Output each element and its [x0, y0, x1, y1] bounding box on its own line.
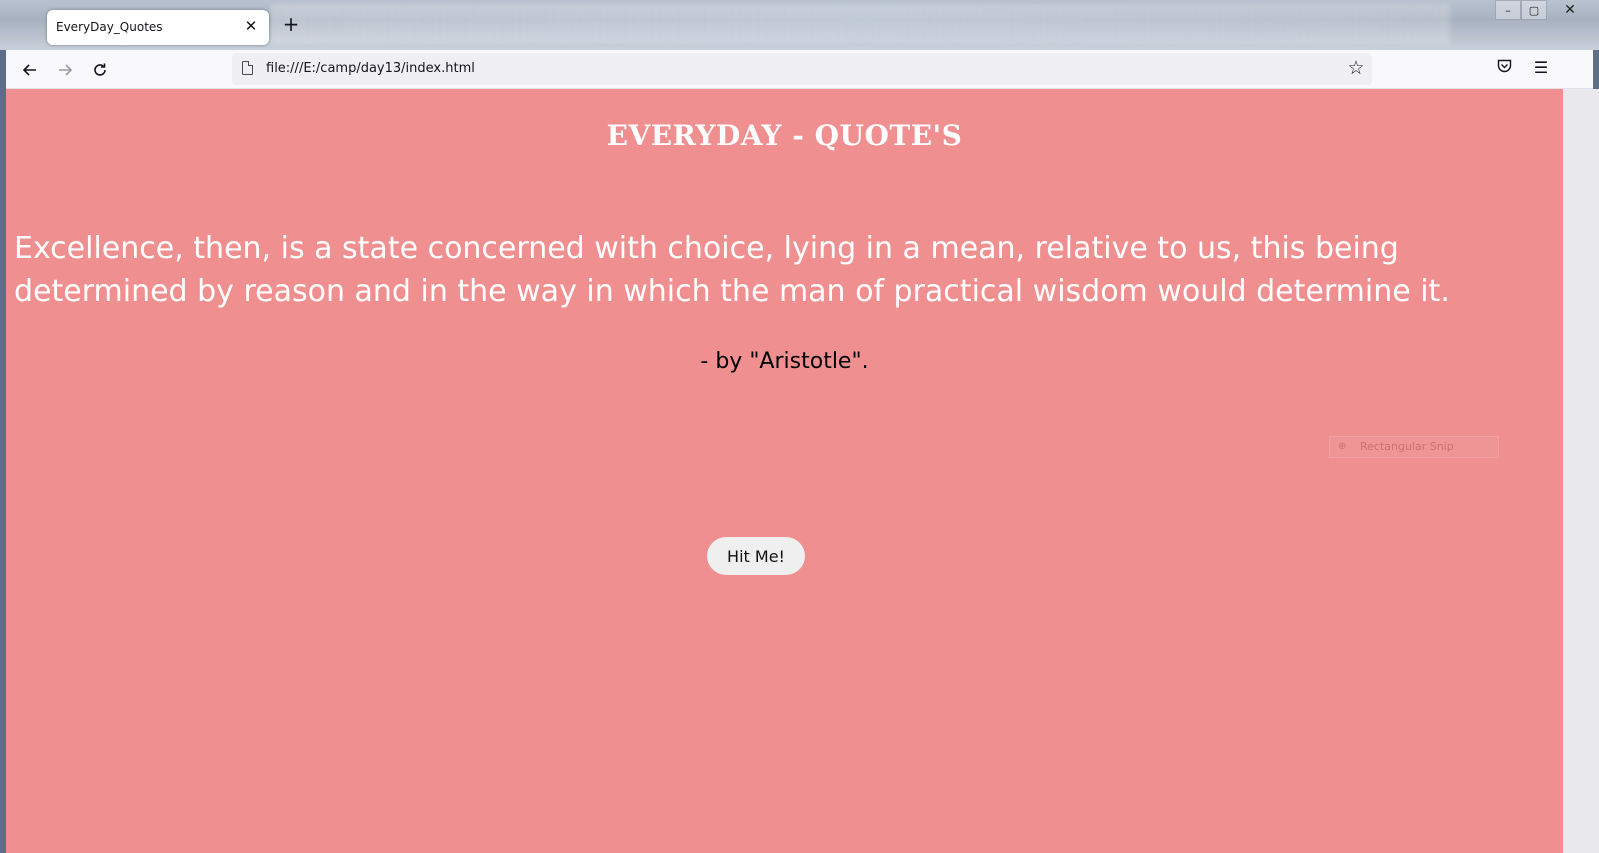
address-bar[interactable]: file:///E:/camp/day13/index.html ☆: [232, 53, 1372, 85]
maximize-icon[interactable]: ▢: [1521, 0, 1547, 20]
hamburger-menu-icon[interactable]: ☰: [1531, 58, 1551, 78]
url-text[interactable]: file:///E:/camp/day13/index.html: [266, 61, 475, 76]
snip-label: Rectangular Snip: [1360, 440, 1454, 453]
minimize-icon[interactable]: –: [1495, 0, 1521, 20]
new-tab-icon[interactable]: +: [282, 14, 300, 34]
reload-icon[interactable]: [88, 58, 112, 82]
pocket-icon[interactable]: [1495, 59, 1513, 77]
page-viewport: EVERYDAY - QUOTE'S Excellence, then, is …: [6, 89, 1563, 853]
quote-text: Excellence, then, is a state concerned w…: [14, 231, 1450, 309]
forward-arrow-icon[interactable]: [53, 58, 77, 82]
titlebar-background: [270, 4, 1450, 44]
navigation-toolbar: file:///E:/camp/day13/index.html ☆ ☰: [6, 50, 1593, 89]
quote-author: - by "Aristotle".: [700, 349, 869, 374]
window-right-edge: [1563, 89, 1599, 853]
window-close-icon[interactable]: ✕: [1547, 0, 1593, 20]
tab-title: EveryDay_Quotes: [56, 20, 163, 34]
page-title: EVERYDAY - QUOTE'S: [606, 119, 963, 152]
snip-tooltip: ⊕ Rectangular Snip: [1329, 436, 1499, 458]
browser-tab[interactable]: EveryDay_Quotes ✕: [47, 10, 269, 45]
back-arrow-icon[interactable]: [18, 58, 42, 82]
snip-icon: ⊕: [1338, 441, 1347, 452]
title-bar: EveryDay_Quotes ✕ + – ▢ ✕: [0, 0, 1599, 50]
star-icon[interactable]: ☆: [1346, 58, 1366, 78]
close-tab-icon[interactable]: ✕: [243, 18, 259, 34]
hit-me-button[interactable]: Hit Me!: [707, 537, 805, 575]
window-controls: – ▢ ✕: [1495, 0, 1593, 22]
page-icon: [242, 61, 253, 75]
browser-window: EveryDay_Quotes ✕ + – ▢ ✕ file:///E:/cam…: [0, 0, 1599, 853]
